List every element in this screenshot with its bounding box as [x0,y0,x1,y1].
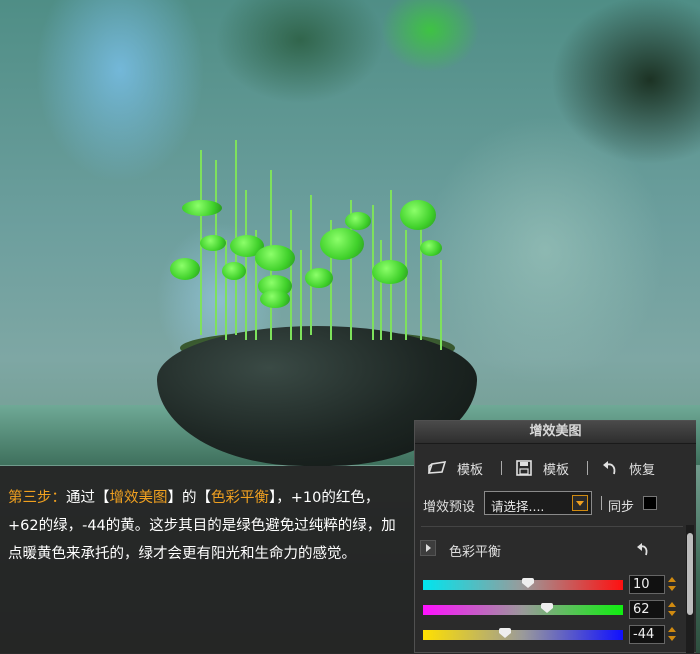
section-title: 色彩平衡 [449,545,502,560]
plant-leaf [200,235,226,251]
plant-leaf [255,245,295,271]
slider-value-input[interactable]: -44 [629,625,665,644]
slider-track[interactable] [423,628,623,640]
plant-leaf [260,290,290,308]
plant-leaf [320,228,364,260]
slider-thumb[interactable] [541,603,553,613]
chevron-down-icon[interactable] [572,495,588,511]
sync-checkbox[interactable] [643,496,657,510]
panel-toolbar: 模板 模板 恢复 [415,453,697,483]
color-balance-section: 色彩平衡 10 62 -44 [415,533,685,654]
panel-divider [421,526,683,527]
slider-cyan-red: 10 [423,575,683,595]
plant-stem [420,220,422,340]
panel-title: 增效美图 [415,421,696,444]
plant-stem [380,240,382,340]
toolbar-separator [587,461,588,475]
slider-track[interactable] [423,578,623,590]
caption-box: 第三步：通过【增效美图】的【色彩平衡】，+10的红色，+62的绿，-44的黄。这… [0,466,414,653]
plant-stem [290,210,292,340]
slider-track[interactable] [423,603,623,615]
plant-leaf [222,262,246,280]
plant-leaf [420,240,442,256]
tool-name: 色彩平衡 [211,490,269,506]
slider-magenta-green: 62 [423,600,683,620]
preset-separator [601,496,602,510]
save-template-button[interactable]: 模板 [515,457,569,479]
reset-icon[interactable] [635,543,651,557]
preset-dropdown[interactable]: 请选择.... [484,491,592,515]
value-stepper[interactable] [667,625,677,644]
expand-arrow-icon[interactable] [420,540,436,556]
slider-value-input[interactable]: 62 [629,600,665,619]
plant-stem [310,195,312,335]
open-template-button[interactable]: 模板 [427,457,483,479]
open-template-label: 模板 [457,462,484,478]
caption-part: 通过【 [66,490,110,506]
open-folder-icon [427,461,447,474]
slider-yellow-blue: -44 [423,625,683,645]
preset-row: 增效预设 请选择.... 同步 [415,491,697,517]
section-header: 色彩平衡 [415,539,685,561]
plant-stem [300,250,302,340]
plant-leaf [305,268,333,288]
effects-panel: 增效美图 模板 模板 恢复 增效预设 请选择.... 同步 色彩平衡 10 62… [414,420,696,653]
panel-name: 增效美图 [109,490,168,506]
step-label: 第三步： [8,490,66,506]
value-stepper[interactable] [667,575,677,594]
plant-leaf [170,258,200,280]
preset-label: 增效预设 [423,500,476,515]
restore-label: 恢复 [629,462,656,478]
slider-value-input[interactable]: 10 [629,575,665,594]
restore-button[interactable]: 恢复 [601,457,655,479]
plant-stem [225,240,227,340]
panel-scrollbar[interactable] [686,525,694,653]
plant-leaf [372,260,408,284]
toolbar-separator [501,461,502,475]
caption-text: 第三步：通过【增效美图】的【色彩平衡】，+10的红色，+62的绿，-44的黄。这… [8,484,408,568]
plant-stem [440,260,442,350]
save-disk-icon [516,460,532,476]
slider-thumb[interactable] [499,628,511,638]
plant-leaf [345,212,371,230]
undo-arrow-icon [603,461,616,475]
plant-stem [245,190,247,340]
plant-leaf [182,200,222,216]
sync-label: 同步 [608,500,635,515]
caption-part: 】的【 [167,490,212,506]
scrollbar-thumb[interactable] [687,533,693,615]
preset-selected-value: 请选择.... [491,499,545,514]
plant-leaf [400,200,436,230]
save-template-label: 模板 [543,462,570,478]
slider-thumb[interactable] [522,578,534,588]
plant-stem [405,230,407,340]
value-stepper[interactable] [667,600,677,619]
